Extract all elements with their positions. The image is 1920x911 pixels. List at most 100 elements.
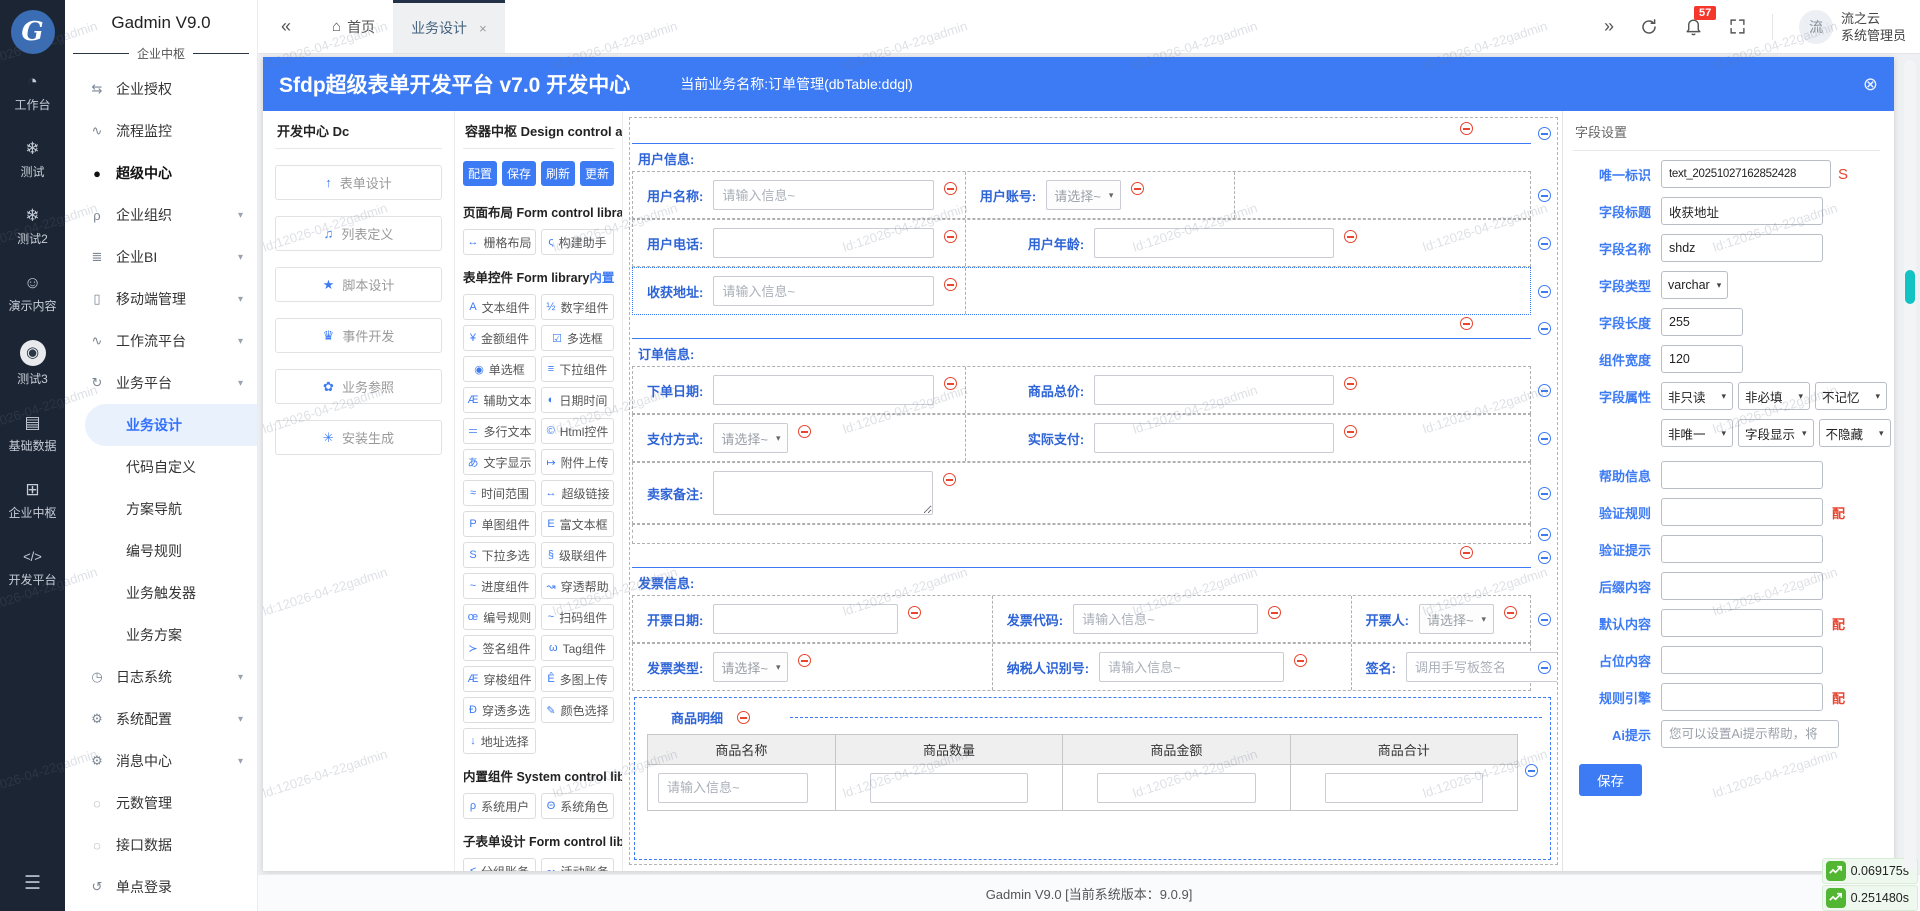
unique-select[interactable]: 非唯一 ▾ — [1661, 419, 1733, 447]
library-control-button[interactable]: ≈ 时间范围 — [463, 480, 536, 506]
script-design-button[interactable]: ★ 脚本设计 — [275, 267, 442, 302]
sidebar-item-business-plan[interactable]: 业务方案 — [65, 614, 257, 656]
sidebar-item-business-design[interactable]: 业务设计 — [85, 404, 257, 446]
rail-item-enterprise-hub[interactable]: ⊞ 企业中枢 — [8, 480, 56, 521]
library-control-button[interactable]: © Html控件 — [541, 418, 614, 444]
invoicetype-select[interactable]: 请选择~ ▾ — [713, 652, 789, 682]
userage-input[interactable] — [1094, 228, 1335, 258]
library-control-button[interactable]: ☑ 多选框 — [541, 325, 614, 351]
remove-field-icon[interactable] — [798, 654, 812, 667]
product-total-input[interactable] — [1324, 772, 1484, 803]
sidebar-item-numbering-rules[interactable]: 编号规则 — [65, 530, 257, 572]
library-control-button[interactable]: Æ 辅助文本 — [463, 387, 536, 413]
subform-control[interactable]: ∾ 活动账务 — [541, 858, 614, 871]
form-design-button[interactable]: ↑ 表单设计 — [275, 165, 442, 200]
orderdate-input[interactable] — [713, 375, 934, 405]
product-detail-subform[interactable]: 商品明细 商品名称 商品数量 商品金额 商品合计 请输入信息~ — [634, 697, 1551, 860]
field-type-select[interactable]: varchar ▾ — [1661, 271, 1729, 299]
actualpay-input[interactable] — [1094, 423, 1335, 453]
validation-rule-input[interactable] — [1661, 498, 1823, 526]
field-address[interactable]: 收获地址: — [633, 268, 965, 314]
library-control-button[interactable]: ↝ 穿透帮助 — [541, 573, 614, 599]
userphone-input[interactable] — [713, 228, 934, 258]
library-control-button[interactable]: ¥ 金额组件 — [463, 325, 536, 351]
library-control-button[interactable]: ω Tag组件 — [541, 635, 614, 661]
sidebar-item-log-system[interactable]: ◷ 日志系统 ▾ — [65, 656, 257, 698]
sidebar-item-sso[interactable]: ↺ 单点登录 — [65, 866, 257, 908]
validation-hint-input[interactable] — [1661, 535, 1823, 563]
event-dev-button[interactable]: ♛ 事件开发 — [275, 318, 442, 353]
remove-field-icon[interactable] — [1131, 182, 1145, 195]
sidebar-item-plan-nav[interactable]: 方案导航 — [65, 488, 257, 530]
remove-row-icon[interactable] — [1537, 236, 1551, 250]
field-sellernote[interactable]: 卖家备注: — [633, 463, 1530, 523]
bell-icon[interactable]: 57 — [1684, 6, 1717, 36]
library-control-button[interactable]: A 文本组件 — [463, 294, 536, 320]
library-control-button[interactable]: ½ 数字组件 — [541, 294, 614, 320]
rail-item-workbench[interactable]: ◔ 工作台 — [14, 72, 50, 113]
help-info-input[interactable] — [1661, 461, 1823, 489]
library-control-button[interactable]: ~ 扫码组件 — [541, 604, 614, 630]
sidebar-item-business-trigger[interactable]: 业务触发器 — [65, 572, 257, 614]
grid-layout-control[interactable]: ↔ 栅格布局 — [463, 229, 536, 255]
refresh-icon[interactable] — [1640, 18, 1658, 36]
issuer-select[interactable]: 请选择~ ▾ — [1418, 604, 1495, 634]
sidebar-item-super-center[interactable]: ● 超级中心 — [65, 152, 257, 194]
field-name-input[interactable] — [1661, 234, 1823, 262]
dialog-close-icon[interactable]: ⊗ — [1863, 74, 1878, 95]
field-invoicedate[interactable]: 开票日期: — [633, 596, 992, 642]
remove-section-icon[interactable] — [1460, 546, 1473, 559]
remove-row-icon[interactable] — [1537, 126, 1551, 140]
suffix-content-input[interactable] — [1661, 572, 1823, 600]
system-role-control[interactable]: Θ 系统角色 — [541, 793, 614, 819]
payment-select[interactable]: 请选择~ ▾ — [713, 423, 789, 453]
save-button[interactable]: 保存 — [502, 161, 536, 186]
rail-item-demo[interactable]: ☺ 演示内容 — [8, 273, 56, 314]
product-amount-input[interactable] — [1097, 772, 1256, 803]
remove-field-icon[interactable] — [1504, 606, 1518, 619]
sidebar-item-enterprise-bi[interactable]: ≣ 企业BI ▾ — [65, 236, 257, 278]
close-icon[interactable]: × — [479, 21, 487, 36]
library-control-button[interactable]: Ð 穿透多选 — [463, 697, 536, 723]
field-useraccount[interactable]: 用户账号: 请选择~ ▾ — [964, 172, 1234, 218]
menu-collapse-button[interactable]: « — [258, 0, 314, 53]
library-control-button[interactable]: あ文字显示 — [463, 449, 536, 475]
invoicedate-input[interactable] — [713, 604, 899, 634]
field-title-input[interactable] — [1661, 197, 1823, 225]
address-input[interactable] — [713, 276, 934, 306]
install-generate-button[interactable]: ✳ 安装生成 — [275, 420, 442, 455]
field-username[interactable]: 用户名称: — [633, 172, 965, 218]
expand-tabs-icon[interactable]: » — [1604, 16, 1614, 37]
sidebar-item-mobile-mgmt[interactable]: ▯ 移动端管理 ▾ — [65, 278, 257, 320]
remove-row-icon[interactable] — [1537, 527, 1551, 541]
field-actualpay[interactable]: 实际支付: — [964, 415, 1530, 461]
remove-row-icon[interactable] — [1537, 486, 1551, 500]
system-user-control[interactable]: ρ 系统用户 — [463, 793, 536, 819]
remove-field-icon[interactable] — [1268, 606, 1282, 619]
remove-row-icon[interactable] — [1537, 383, 1551, 397]
sidebar-item-workflow-platform[interactable]: ∿ 工作流平台 ▾ — [65, 320, 257, 362]
field-taxid[interactable]: 纳税人识别号: — [991, 644, 1351, 690]
build-assistant-control[interactable]: ς 构建助手 — [541, 229, 614, 255]
library-control-button[interactable]: S 下拉多选 — [463, 542, 536, 568]
placeholder-content-input[interactable] — [1661, 646, 1823, 674]
remove-row-icon[interactable] — [1537, 188, 1551, 202]
library-control-button[interactable]: ~ 进度组件 — [463, 573, 536, 599]
required-select[interactable]: 非必填 ▾ — [1738, 382, 1810, 410]
field-invoicecode[interactable]: 发票代码: — [991, 596, 1351, 642]
library-control-button[interactable]: ◐ 日期时间 — [541, 387, 614, 413]
sidebar-item-message-center[interactable]: ⚙ 消息中心 ▾ — [65, 740, 257, 782]
business-ref-button[interactable]: ✿ 业务参照 — [275, 369, 442, 404]
field-length-input[interactable] — [1661, 308, 1743, 336]
remove-row-icon[interactable] — [1537, 550, 1551, 564]
user-menu[interactable]: 流 流之云 系统管理员 — [1798, 9, 1906, 44]
remove-section-icon[interactable] — [1460, 122, 1473, 135]
field-userphone[interactable]: 用户电话: — [633, 220, 965, 266]
display-select[interactable]: 字段显示 ▾ — [1738, 419, 1814, 447]
library-control-button[interactable]: ◉ 单选框 — [463, 356, 536, 382]
configure-link[interactable]: 配 — [1832, 503, 1845, 522]
remove-field-icon[interactable] — [943, 278, 957, 291]
product-qty-input[interactable] — [869, 772, 1029, 803]
remove-field-icon[interactable] — [943, 230, 957, 243]
field-orderdate[interactable]: 下单日期: — [633, 367, 965, 413]
